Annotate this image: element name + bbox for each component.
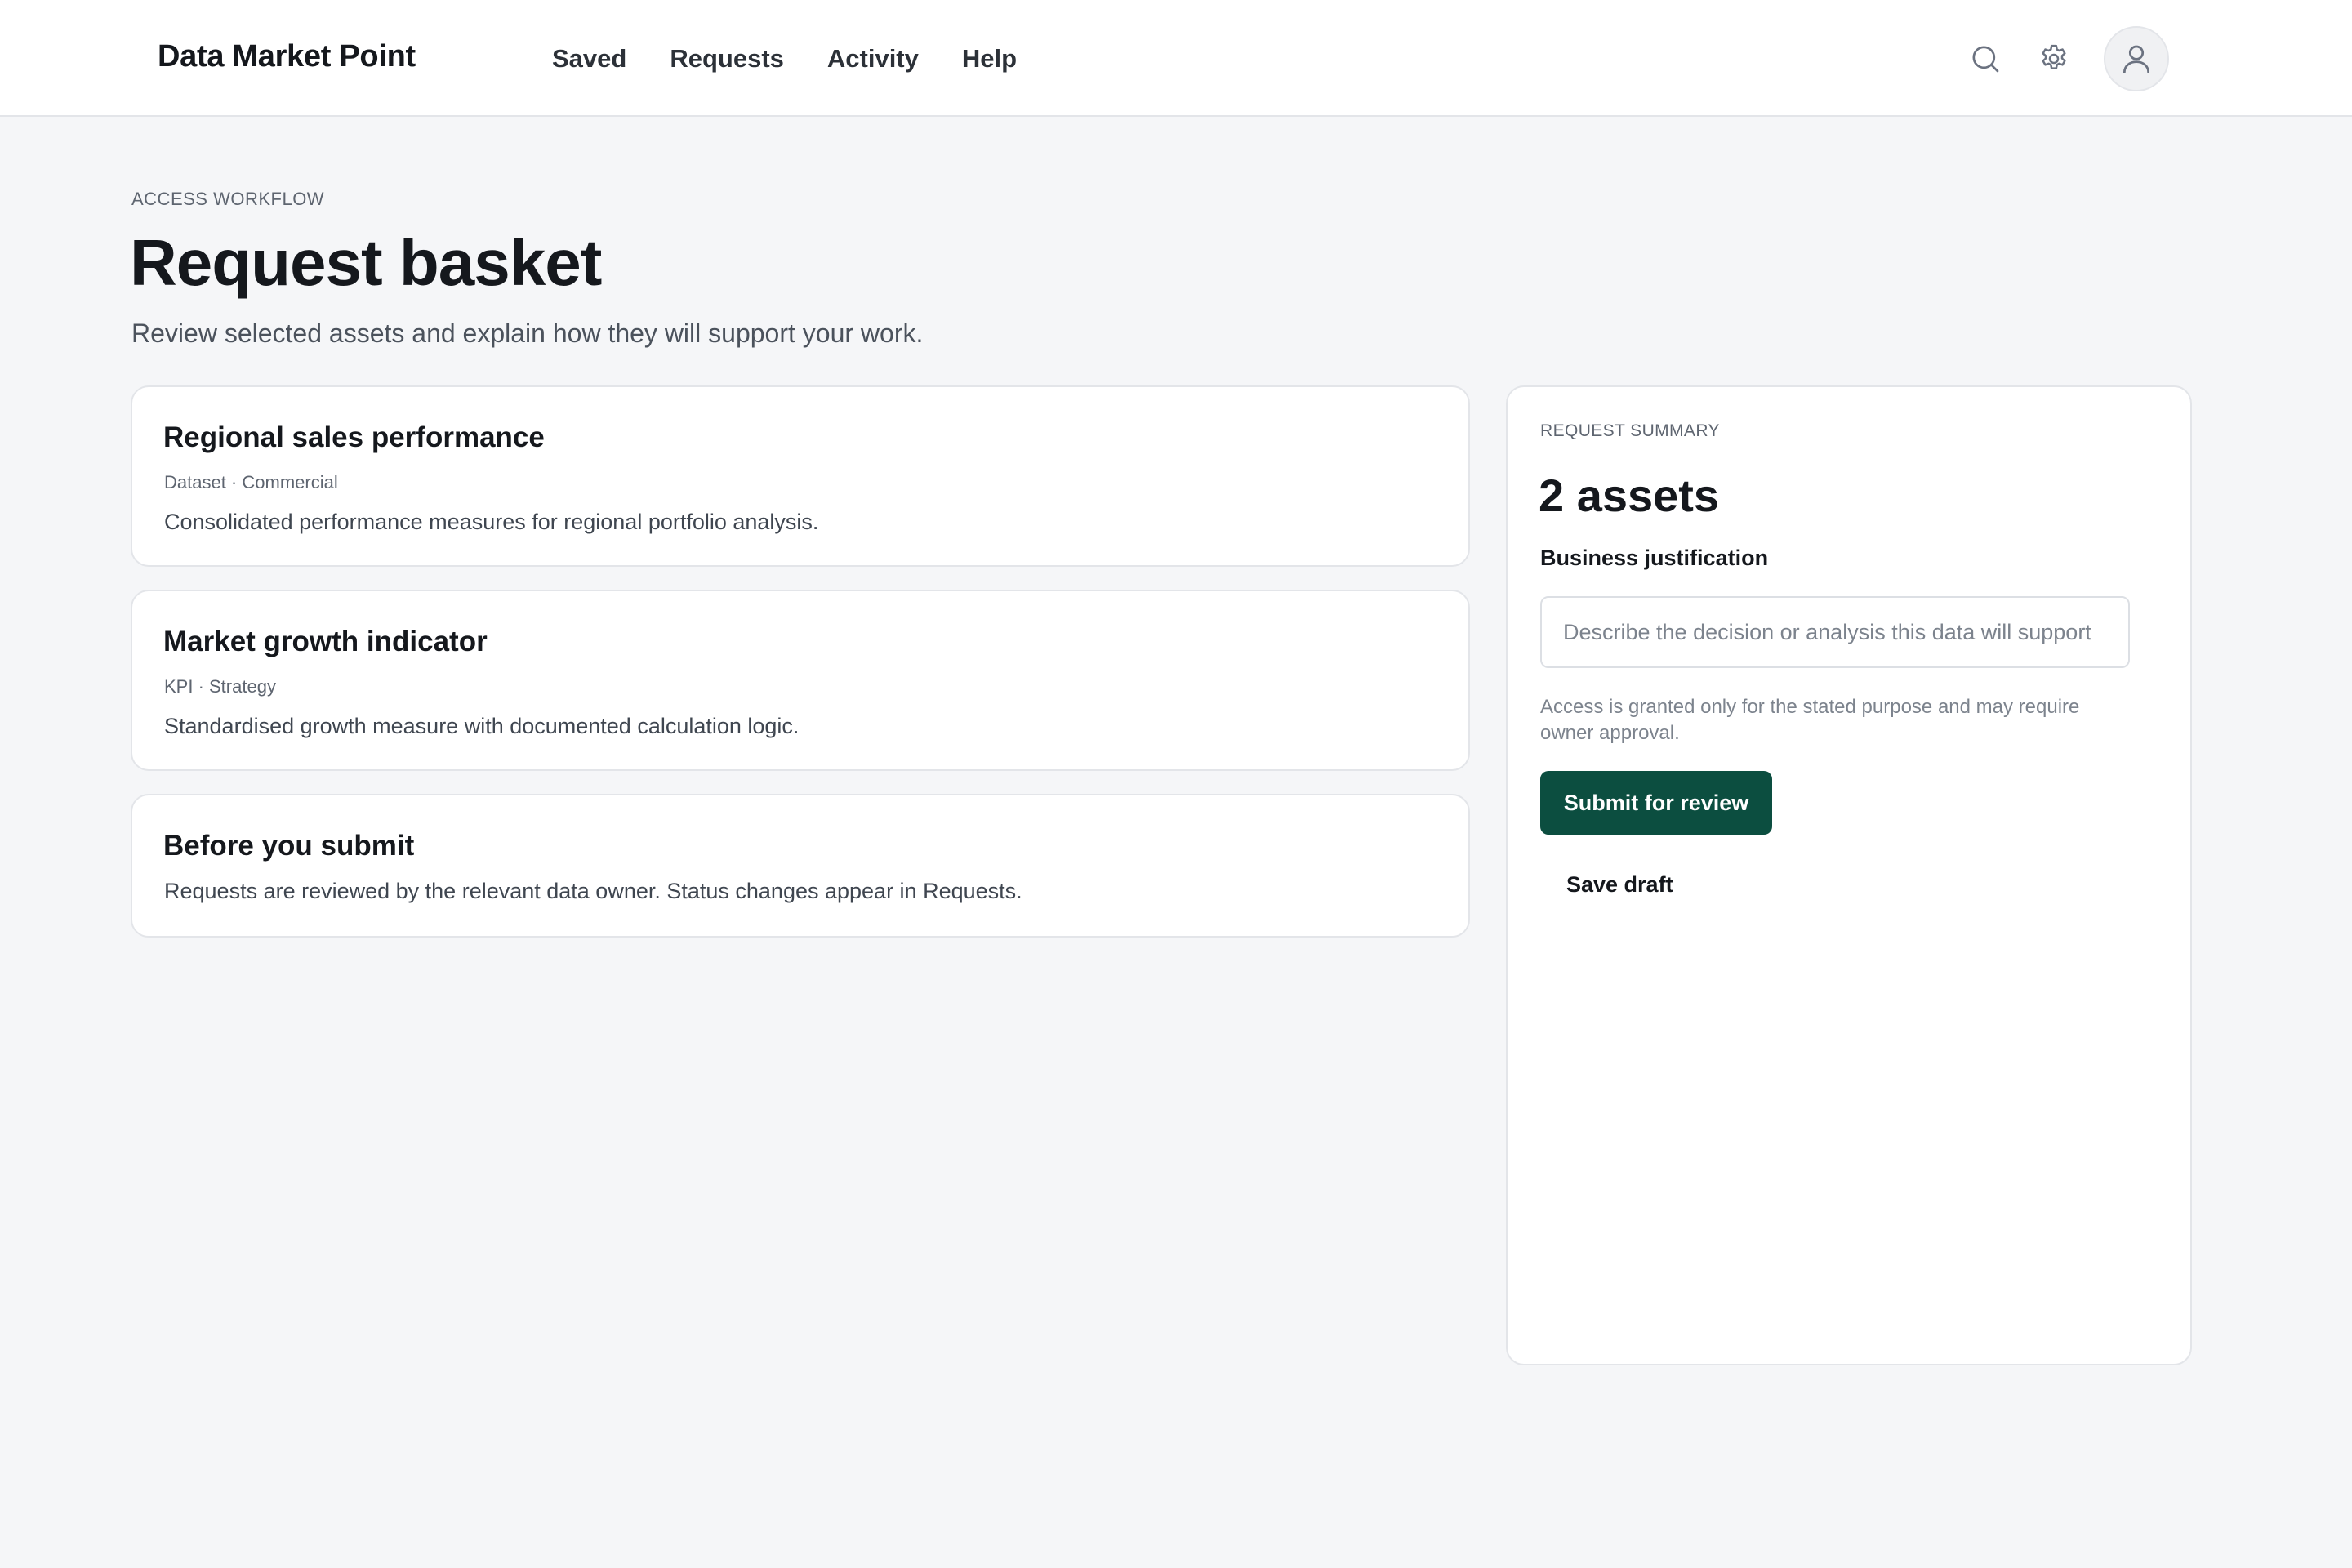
asset-description: Standardised growth measure with documen…: [164, 714, 800, 738]
search-icon: [1972, 46, 1999, 73]
asset-title: Market growth indicator: [163, 626, 488, 657]
nav-item-saved[interactable]: Saved: [552, 44, 626, 74]
page-subtitle: Review selected assets and explain how t…: [131, 318, 924, 348]
asset-meta: KPI · Strategy: [164, 676, 276, 697]
top-navigation-bar: Data Market Point Saved Requests Activit…: [0, 0, 2352, 117]
header-tools: [1967, 26, 2169, 91]
asset-card-regional-sales[interactable]: Regional sales performance Dataset · Com…: [131, 385, 1470, 567]
submission-notice-card: Before you submit Requests are reviewed …: [131, 794, 1470, 938]
asset-meta: Dataset · Commercial: [164, 472, 338, 492]
request-summary-panel: REQUEST SUMMARY 2 assets Business justif…: [1506, 385, 2192, 1365]
access-helper-text: Access is granted only for the stated pu…: [1540, 696, 2080, 744]
submit-for-review-button[interactable]: Submit for review: [1540, 771, 1772, 835]
nav-item-requests[interactable]: Requests: [670, 44, 784, 74]
asset-card-market-growth[interactable]: Market growth indicator KPI · Strategy S…: [131, 590, 1470, 771]
notice-description: Requests are reviewed by the relevant da…: [164, 879, 1022, 903]
search-button[interactable]: [1967, 40, 2004, 78]
asset-description: Consolidated performance measures for re…: [164, 510, 819, 534]
nav-item-activity[interactable]: Activity: [827, 44, 919, 74]
settings-button[interactable]: [2035, 40, 2073, 78]
brand-logo-text[interactable]: Data Market Point: [158, 39, 416, 74]
primary-nav: Saved Requests Activity Help: [552, 44, 1017, 74]
gear-icon: [2042, 44, 2066, 69]
save-draft-button[interactable]: Save draft: [1540, 859, 1699, 910]
asset-count: 2 assets: [1539, 470, 1720, 521]
user-icon: [2123, 45, 2150, 74]
page-eyebrow: ACCESS WORKFLOW: [131, 189, 325, 209]
notice-title: Before you submit: [163, 830, 415, 862]
page-title: Request basket: [130, 226, 602, 299]
nav-item-help[interactable]: Help: [962, 44, 1017, 74]
summary-eyebrow: REQUEST SUMMARY: [1540, 421, 1720, 440]
asset-title: Regional sales performance: [163, 421, 545, 453]
justification-label: Business justification: [1540, 546, 1769, 570]
user-avatar-button[interactable]: [2104, 26, 2169, 91]
justification-input[interactable]: [1540, 596, 2130, 668]
